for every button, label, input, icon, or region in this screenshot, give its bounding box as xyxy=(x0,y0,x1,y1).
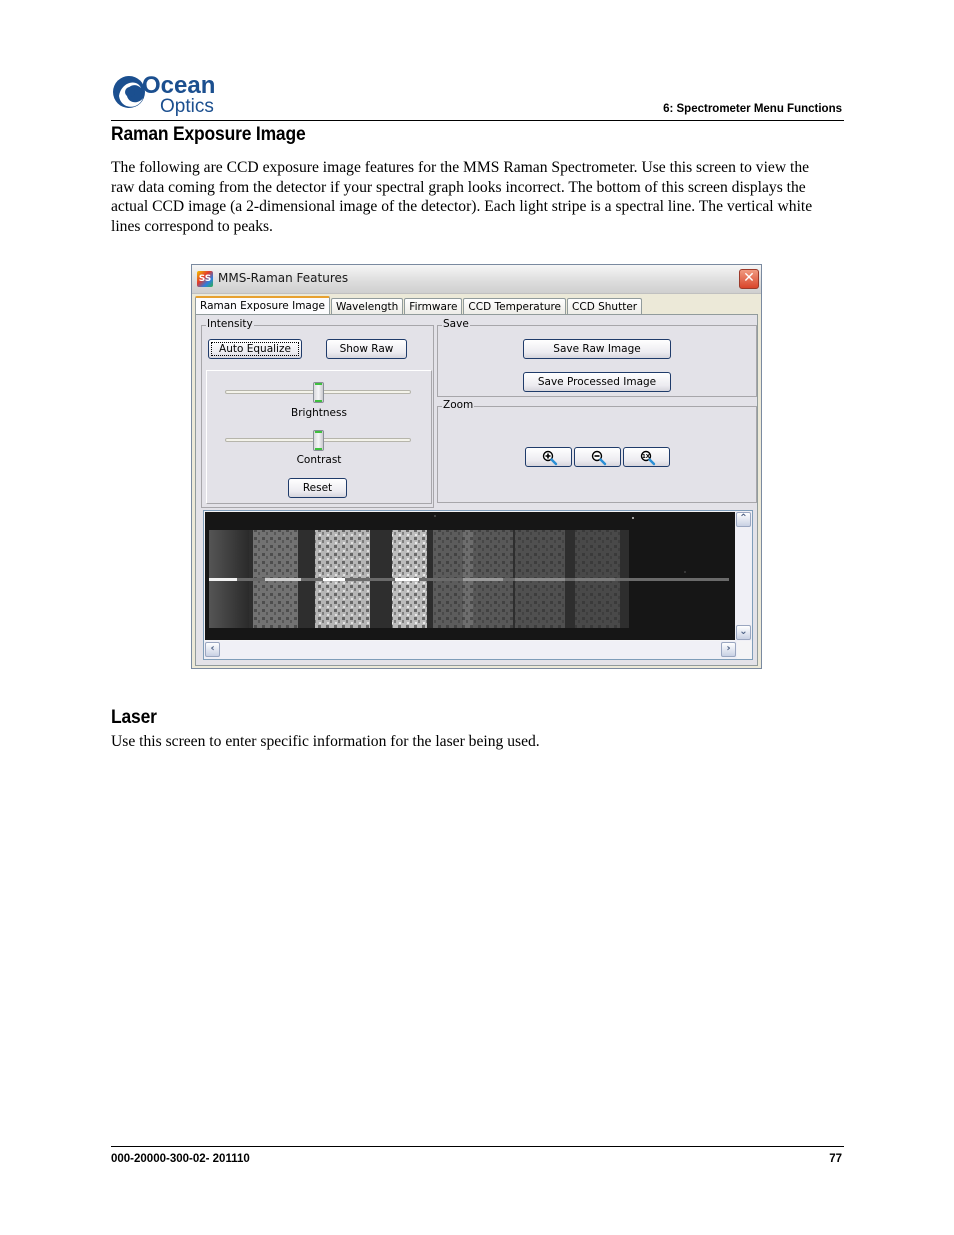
save-group: Save Save Raw Image Save Processed Image xyxy=(437,325,757,397)
close-button[interactable]: ✕ xyxy=(739,269,759,289)
app-icon: SS xyxy=(197,271,213,287)
zoom-reset-button[interactable]: 1X xyxy=(623,447,670,467)
page-number: 77 xyxy=(829,1153,842,1165)
intensity-group: Intensity Auto Equalize Show Raw Brightn… xyxy=(201,325,434,508)
section-title-raman-exposure: Raman Exposure Image xyxy=(111,124,306,146)
tab-wavelength[interactable]: Wavelength xyxy=(331,298,403,315)
vertical-scrollbar[interactable]: ⌃ ⌄ xyxy=(735,511,752,641)
brightness-label: Brightness xyxy=(207,407,431,419)
scroll-left-button[interactable]: ‹ xyxy=(205,642,220,657)
ccd-image-render xyxy=(205,512,736,640)
zoom-1x-icon: 1X xyxy=(640,450,656,466)
section-title-laser: Laser xyxy=(111,707,157,729)
zoom-group-label: Zoom xyxy=(442,399,474,411)
scroll-up-button[interactable]: ⌃ xyxy=(736,512,751,527)
show-raw-button[interactable]: Show Raw xyxy=(326,339,407,359)
document-number: 000-20000-300-02- 201110 xyxy=(111,1153,250,1165)
tab-raman-exposure-image[interactable]: Raman Exposure Image xyxy=(195,296,330,316)
mms-raman-features-dialog: SS MMS-Raman Features ✕ Raman Exposure I… xyxy=(191,264,762,669)
tab-ccd-shutter[interactable]: CCD Shutter xyxy=(567,298,642,315)
auto-equalize-button[interactable]: Auto Equalize xyxy=(208,339,302,359)
scroll-right-button[interactable]: › xyxy=(721,642,736,657)
zoom-out-icon xyxy=(591,450,607,466)
zoom-in-button[interactable] xyxy=(525,447,572,467)
zoom-out-button[interactable] xyxy=(574,447,621,467)
reset-button[interactable]: Reset xyxy=(288,478,347,498)
logo-swirl-icon: Ocean Optics xyxy=(111,70,231,116)
ccd-image-viewer: ⌃ ⌄ ‹ › xyxy=(203,510,753,660)
save-group-label: Save xyxy=(442,318,470,330)
scroll-down-button[interactable]: ⌄ xyxy=(736,625,751,640)
tab-ccd-temperature[interactable]: CCD Temperature xyxy=(463,298,566,315)
dialog-title: MMS-Raman Features xyxy=(218,271,348,285)
footer-divider xyxy=(111,1146,844,1147)
tab-panel: Intensity Auto Equalize Show Raw Brightn… xyxy=(195,314,758,666)
save-raw-image-button[interactable]: Save Raw Image xyxy=(523,339,671,359)
ocean-optics-logo: Ocean Optics xyxy=(111,70,231,116)
svg-text:Ocean: Ocean xyxy=(142,72,215,99)
zoom-group: Zoom 1X xyxy=(437,406,757,503)
contrast-label: Contrast xyxy=(207,454,431,466)
chapter-header: 6: Spectrometer Menu Functions xyxy=(663,103,842,115)
tab-firmware[interactable]: Firmware xyxy=(404,298,462,315)
horizontal-scrollbar[interactable]: ‹ › xyxy=(204,641,737,659)
tab-strip: Raman Exposure Image Wavelength Firmware… xyxy=(195,296,643,314)
intensity-group-label: Intensity xyxy=(206,318,254,330)
laser-paragraph: Use this screen to enter specific inform… xyxy=(111,732,831,752)
brightness-slider-thumb[interactable] xyxy=(313,382,324,403)
dialog-titlebar[interactable]: SS MMS-Raman Features ✕ xyxy=(192,265,761,294)
zoom-in-icon xyxy=(542,450,558,466)
contrast-slider-thumb[interactable] xyxy=(313,430,324,451)
header-divider xyxy=(111,120,844,121)
intensity-sliders-panel: Brightness Contrast Reset xyxy=(206,370,432,504)
svg-text:Optics: Optics xyxy=(160,96,214,116)
save-processed-image-button[interactable]: Save Processed Image xyxy=(523,372,671,392)
ccd-exposure-image xyxy=(205,512,736,640)
section-paragraph: The following are CCD exposure image fea… xyxy=(111,158,831,236)
